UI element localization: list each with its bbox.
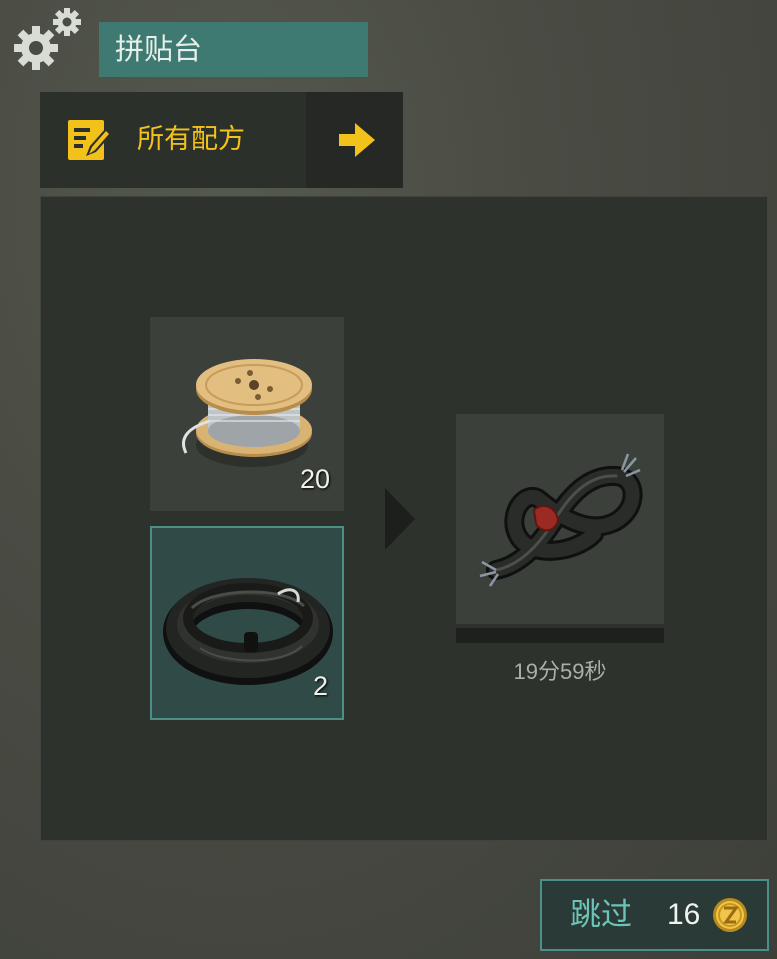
result-slot-wire-bundle[interactable]: [456, 414, 664, 624]
ingredient-count: 2: [312, 671, 328, 701]
arrow-right-icon: [339, 123, 375, 157]
craft-arrow-icon: [383, 488, 417, 550]
settings-gears-icon[interactable]: [12, 6, 84, 74]
skip-cost: 16: [667, 898, 701, 931]
ingredient-count: 20: [299, 464, 330, 494]
craft-timer: 19分59秒: [513, 659, 607, 684]
skip-label: 跳过: [570, 897, 632, 933]
all-recipes-tab[interactable]: 所有配方: [40, 92, 306, 188]
page-title: 拼贴台: [99, 22, 368, 77]
craft-progress-bar: [456, 628, 664, 643]
recipes-next-button[interactable]: [306, 92, 403, 188]
all-recipes-label: 所有配方: [137, 124, 245, 155]
ingredient-slot-wire-spool[interactable]: 20: [150, 317, 344, 511]
recipe-note-icon: [68, 116, 112, 162]
wire-bundle-icon: [479, 453, 643, 587]
skip-button[interactable]: 跳过 16: [540, 879, 769, 951]
coin-icon: [712, 897, 748, 933]
ingredient-slot-rubber-hose[interactable]: 2: [150, 526, 344, 720]
